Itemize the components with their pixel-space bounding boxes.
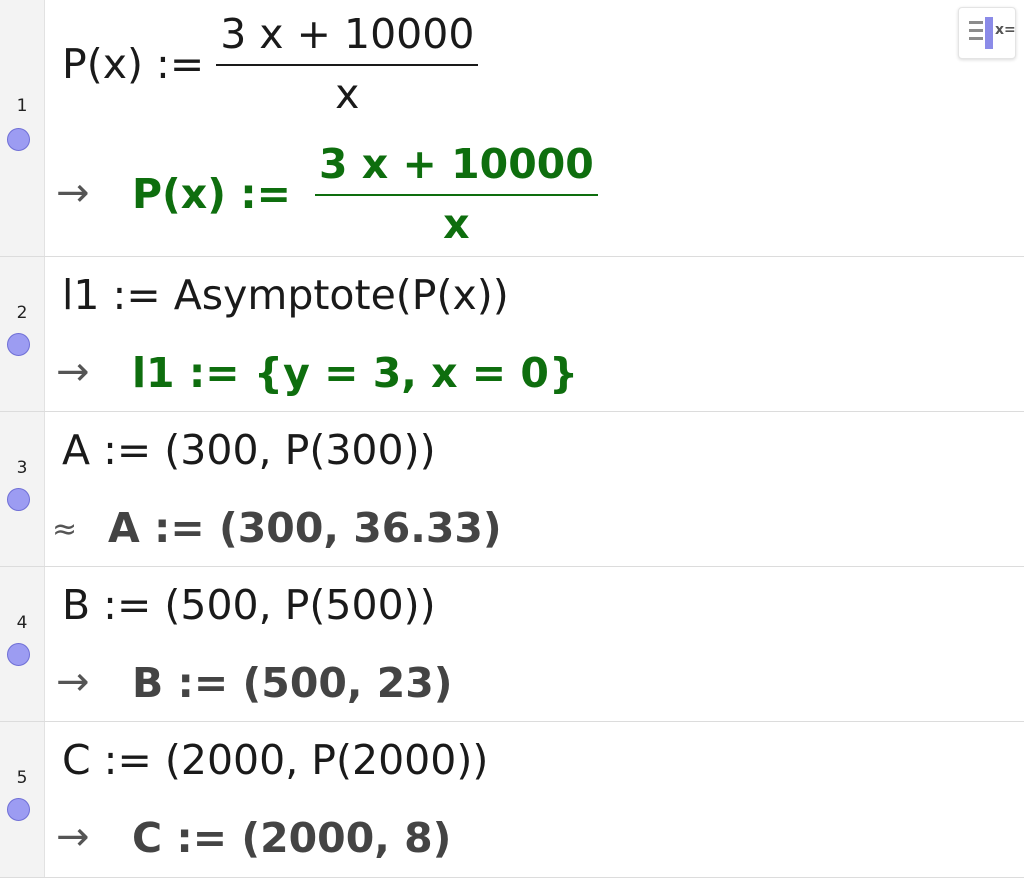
cas-input[interactable]: B := (500, P(500)) [62, 581, 436, 629]
visibility-toggle-dot[interactable] [7, 128, 30, 151]
cas-input[interactable]: C := (2000, P(2000)) [62, 736, 488, 784]
cas-output: l1 := {y = 3, x = 0} [132, 349, 579, 397]
visibility-toggle-dot[interactable] [7, 488, 30, 511]
cas-row[interactable]: 2 l1 := Asymptote(P(x)) → l1 := {y = 3, … [0, 257, 1024, 412]
approx-icon: ≈ [52, 512, 78, 547]
input-fraction: 3 x + 10000 x [216, 10, 479, 118]
output-arrow-icon: → [56, 814, 90, 860]
cas-input[interactable]: l1 := Asymptote(P(x)) [62, 271, 509, 319]
output-arrow-icon: → [56, 170, 90, 216]
cas-output: P(x) := 3 x + 10000 x [132, 140, 598, 248]
cas-row[interactable]: 3 A := (300, P(300)) ≈ A := (300, 36.33) [0, 412, 1024, 567]
output-arrow-icon: → [56, 349, 90, 395]
algebra-description-toggle-button[interactable]: x= [958, 7, 1016, 59]
output-fraction: 3 x + 10000 x [315, 140, 598, 248]
fraction-denominator: x [335, 70, 360, 118]
input-lhs: P(x) := [62, 40, 205, 88]
visibility-toggle-dot[interactable] [7, 798, 30, 821]
cas-output: C := (2000, 8) [132, 814, 452, 862]
row-number: 2 [16, 303, 28, 323]
visibility-toggle-dot[interactable] [7, 643, 30, 666]
cas-row[interactable]: 4 B := (500, P(500)) → B := (500, 23) [0, 567, 1024, 722]
x-equals-label: x= [995, 22, 1016, 38]
row-number: 5 [16, 768, 28, 788]
cas-output: A := (300, 36.33) [108, 504, 502, 552]
fraction-denominator: x [443, 200, 470, 248]
cas-row[interactable]: 1 P(x) := 3 x + 10000 x → P(x) := 3 x + 100… [0, 0, 1024, 257]
cas-row[interactable]: 5 C := (2000, P(2000)) → C := (2000, 8) [0, 722, 1024, 878]
fraction-numerator: 3 x + 10000 [220, 10, 475, 58]
fraction-numerator: 3 x + 10000 [319, 140, 594, 188]
row-number: 3 [16, 458, 28, 478]
list-lines-icon [969, 21, 983, 45]
cas-input[interactable]: P(x) := 3 x + 10000 x [62, 10, 479, 118]
cas-input[interactable]: A := (300, P(300)) [62, 426, 436, 474]
cas-output: B := (500, 23) [132, 659, 453, 707]
visibility-toggle-dot[interactable] [7, 333, 30, 356]
cursor-bar-icon [985, 17, 993, 49]
row-number: 4 [16, 613, 28, 633]
row-number: 1 [16, 96, 28, 116]
output-lhs: P(x) := [132, 170, 291, 218]
cas-view: 1 P(x) := 3 x + 10000 x → P(x) := 3 x + 100… [0, 0, 1024, 878]
output-arrow-icon: → [56, 659, 90, 705]
